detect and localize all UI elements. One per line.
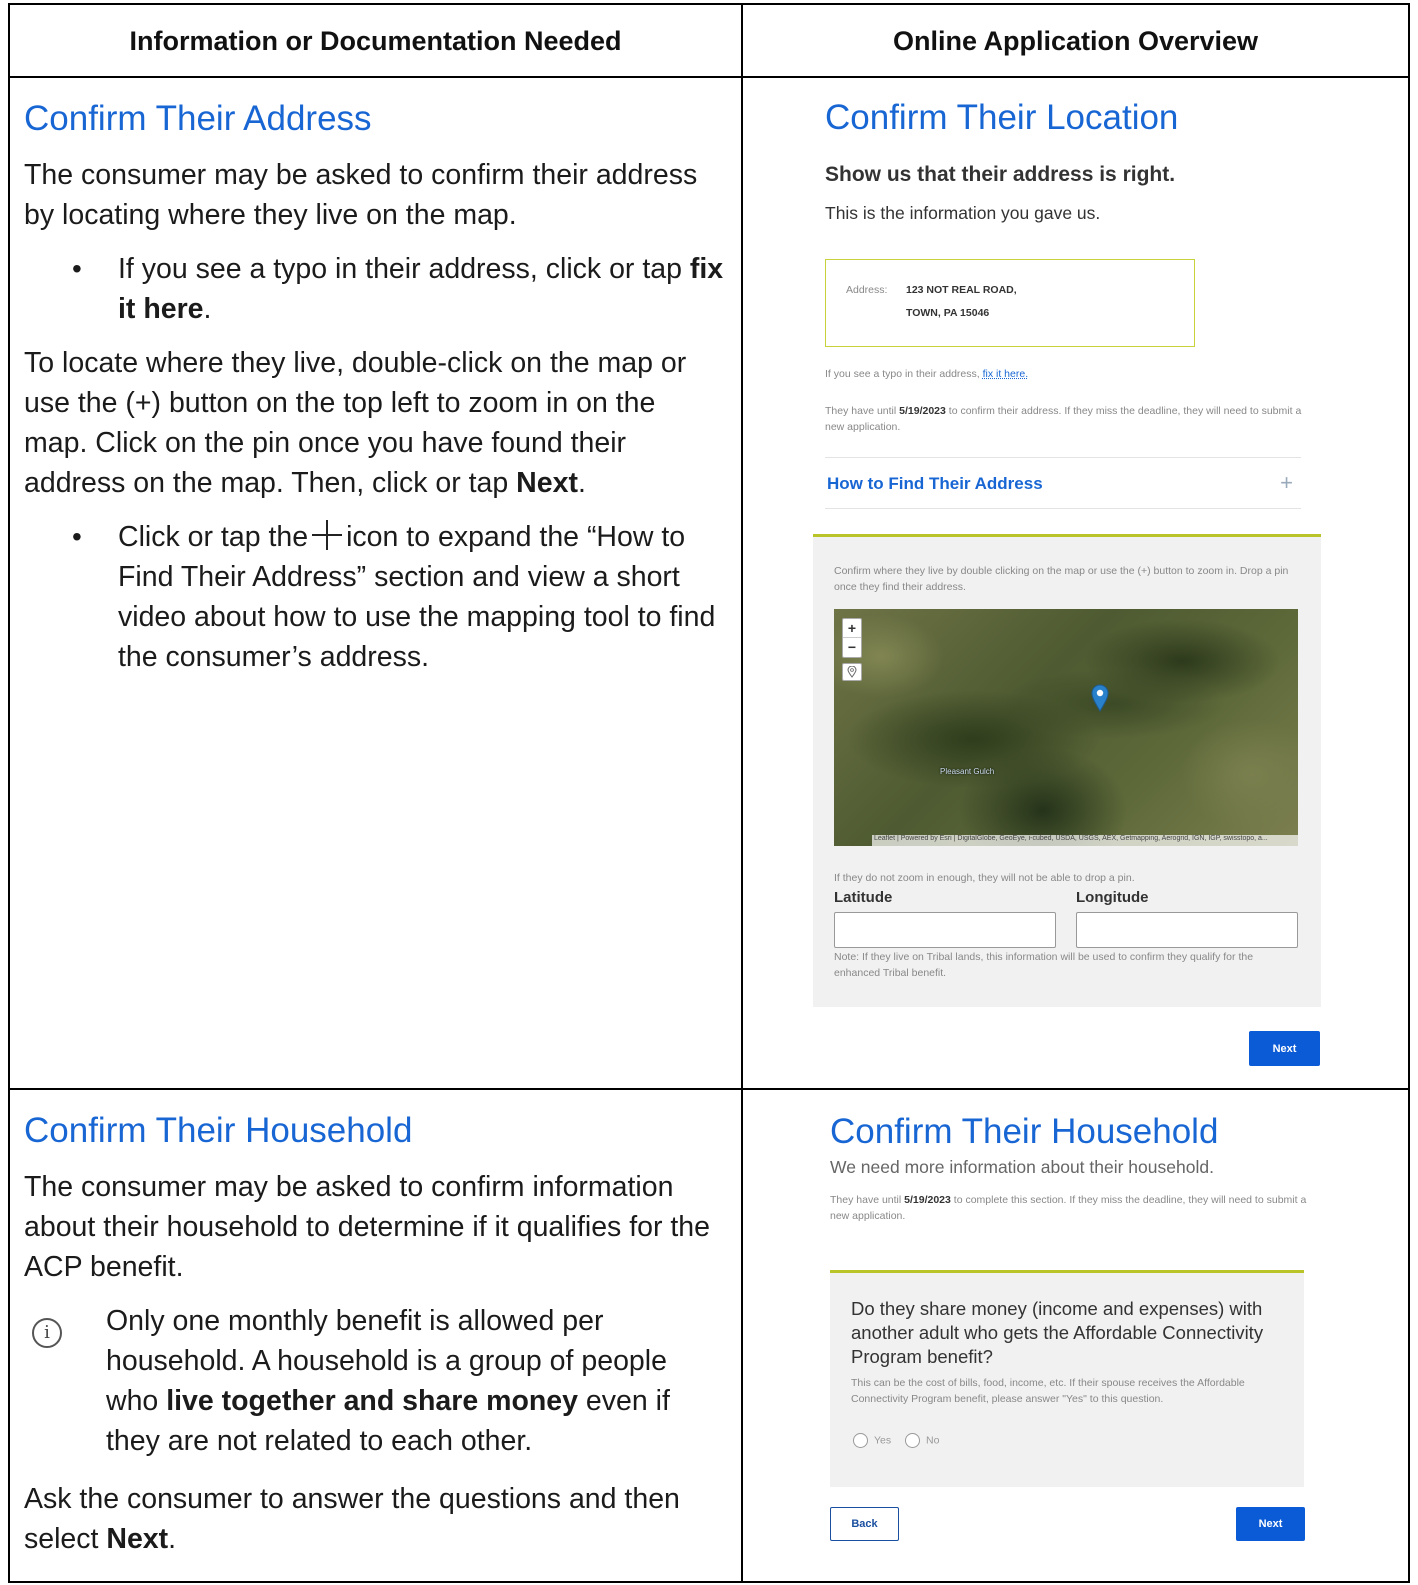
plus-icon [312,520,343,550]
yes-option[interactable]: Yes [853,1433,891,1448]
bullet-dot: • [72,253,82,284]
latitude-label: Latitude [834,889,893,906]
yes-radio[interactable] [853,1433,868,1448]
bullet-dot: • [72,521,82,552]
zoom-in-button[interactable]: + [843,619,861,638]
tribal-note: Note: If they live on Tribal lands, this… [834,951,1254,979]
zoom-out-button[interactable]: − [843,638,861,657]
map-marker-icon[interactable] [1091,684,1109,712]
header-right: Online Application Overview [892,26,1259,56]
household-note-text: Only one monthly benefit is allowed per … [106,1305,670,1457]
address-line-1: 123 NOT REAL ROAD, [906,284,1017,296]
address-box: Address: 123 NOT REAL ROAD, TOWN, PA 150… [825,259,1195,347]
location-pin-icon [847,666,857,678]
satellite-map[interactable]: + − Pleasant Gulch Leaflet | Powered by … [834,609,1298,846]
household-note: i Only one monthly benefit is allowed pe… [24,1301,724,1461]
map-panel: Confirm where they live by double clicki… [813,534,1321,1007]
fix-it-here-link[interactable]: fix it here. [983,368,1029,380]
household-section-title: Confirm Their Household [24,1111,413,1150]
address-line-2: TOWN, PA 15046 [906,307,990,319]
locate-instructions: To locate where they live, double-click … [24,347,687,499]
question-help: This can be the cost of bills, food, inc… [851,1377,1245,1405]
address-instructions: Confirm Their Address The consumer may b… [24,97,724,691]
map-instructions: Confirm where they live by double clicki… [834,565,1289,593]
zoom-note: If they do not zoom in enough, they will… [834,872,1135,884]
household-screenshot: Confirm Their Household We need more inf… [830,1111,1320,1224]
location-title: Confirm Their Location [825,98,1179,137]
next-text: Next [516,467,578,499]
expand-bullet-text: Click or tap the icon to expand the “How … [118,520,716,673]
column-divider [741,5,743,1581]
pin-tool-button[interactable] [842,663,862,681]
household-intro: The consumer may be asked to confirm inf… [24,1171,711,1283]
no-option[interactable]: No [905,1433,939,1448]
how-to-find-accordion[interactable]: How to Find Their Address + [825,457,1301,509]
map-place-label: Pleasant Gulch [940,767,995,776]
accordion-label: How to Find Their Address [827,474,1043,493]
ask-instructions: Ask the consumer to answer the questions… [24,1483,680,1555]
info-text: This is the information you gave us. [825,203,1101,223]
address-section-title: Confirm Their Address [24,99,372,138]
map-attribution: Leaflet | Powered by Esri | DigitalGlobe… [872,835,1298,846]
row-divider [10,1088,1408,1090]
overview-table: Information or Documentation Needed Onli… [8,3,1410,1583]
household-deadline: They have until 5/19/2023 to complete th… [830,1194,1307,1222]
household-next-button[interactable]: Next [1236,1507,1305,1541]
typo-note: If you see a typo in their address, fix … [825,368,1029,380]
no-radio[interactable] [905,1433,920,1448]
household-question: Do they share money (income and expenses… [851,1298,1264,1367]
zoom-control: + − [842,618,862,658]
deadline-date: 5/19/2023 [904,1194,951,1206]
household-ui-subtitle: We need more information about their hou… [830,1157,1214,1177]
expand-bullet: • Click or tap the icon to expand the “Ho… [24,517,724,677]
info-icon: i [32,1318,62,1348]
next-text: Next [106,1523,169,1555]
question-panel: Do they share money (income and expenses… [830,1270,1304,1487]
live-together-text: live together and share money [166,1385,578,1417]
address-deadline: They have until 5/19/2023 to confirm the… [825,405,1302,433]
household-back-button[interactable]: Back [830,1507,899,1541]
address-label: Address: [846,284,888,296]
latitude-input[interactable] [834,912,1056,948]
deadline-date: 5/19/2023 [899,405,946,417]
typo-bullet-text: If you see a typo in their address, clic… [118,253,724,325]
header-left: Information or Documentation Needed [129,26,622,56]
location-screenshot: Confirm Their Location Show us that thei… [825,97,1315,224]
household-ui-title: Confirm Their Household [830,1112,1219,1151]
household-instructions: Confirm Their Household The consumer may… [24,1109,724,1573]
expand-plus-icon[interactable]: + [1280,470,1293,496]
typo-bullet: • If you see a typo in their address, cl… [24,249,724,329]
info-icon-wrapper: i [26,1301,106,1461]
address-intro: The consumer may be asked to confirm the… [24,159,698,231]
longitude-label: Longitude [1076,889,1149,906]
location-subtitle: Show us that their address is right. [825,163,1176,186]
longitude-input[interactable] [1076,912,1298,948]
location-next-button[interactable]: Next [1249,1031,1320,1066]
